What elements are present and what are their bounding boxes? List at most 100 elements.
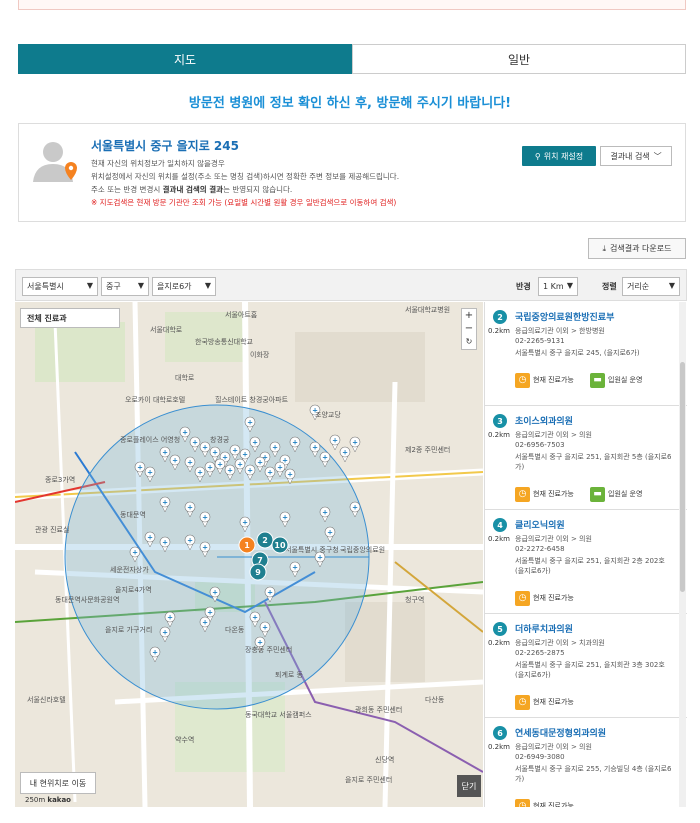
result-item[interactable]: 4 0.2km 클리오닉의원 응급의료기관 이외 > 의원 02-2272-64…: [485, 510, 687, 614]
svg-text:+: +: [332, 437, 338, 445]
my-location-button[interactable]: 내 현위치로 이동: [20, 772, 96, 794]
result-distance: 0.2km: [488, 639, 511, 647]
chevron-down-icon: ▼: [566, 281, 573, 290]
map-view[interactable]: + + + + + + + + + + + + + + + + + + + + + + + + + + + + + + + + + + + + + + + +…: [15, 302, 483, 807]
svg-text:+: +: [227, 467, 233, 475]
map-place-label: 퇴계로 동: [275, 670, 304, 679]
zoom-in-button[interactable]: +: [462, 309, 476, 322]
result-address: 서울특별시 중구 을지로 251, 을지회관 3층 302호 (을지로6가): [515, 661, 665, 679]
svg-text:+: +: [167, 614, 173, 622]
svg-text:+: +: [162, 449, 168, 457]
result-address: 서울특별시 중구 을지로 251, 을지회관 5층 (을지로6가): [515, 453, 672, 471]
result-number: 5: [493, 622, 507, 636]
search-within-results-button[interactable]: 결과내 검색 ﹀: [600, 146, 672, 166]
scale-text: 250m: [25, 796, 46, 804]
cluster-marker[interactable]: 1: [238, 536, 256, 554]
map-place-label: 종로3가역: [45, 475, 75, 484]
result-name-link[interactable]: 초이스외과의원: [515, 414, 573, 427]
cluster-marker[interactable]: 10: [271, 536, 289, 554]
results-scrollbar[interactable]: [679, 302, 686, 807]
svg-text:+: +: [237, 461, 243, 469]
cluster-label: 10: [274, 541, 286, 550]
download-icon: ⤓: [602, 243, 607, 253]
result-item[interactable]: 3 0.2km 초이스외과의원 응급의료기관 이외 > 의원 02-6956-7…: [485, 406, 687, 510]
clock-icon: ◷: [515, 694, 530, 710]
result-phone: 02-6956-7503: [515, 441, 565, 449]
svg-text:+: +: [257, 459, 263, 467]
result-name-link[interactable]: 클리오닉의원: [515, 518, 565, 531]
result-item[interactable]: 6 0.2km 연세동대문정형외과의원 응급의료기관 이외 > 의원 02-69…: [485, 718, 687, 807]
svg-text:+: +: [202, 514, 208, 522]
result-name-link[interactable]: 연세동대문정형외과의원: [515, 726, 606, 739]
result-name-link[interactable]: 국립중앙의료원한방진료부: [515, 310, 614, 323]
svg-text:+: +: [247, 419, 253, 427]
map-place-label: 다산동: [425, 695, 445, 704]
radius-value: 1 Km: [543, 282, 564, 291]
map-place-label: 제2종 주민센터: [405, 445, 450, 454]
result-address: 서울특별시 중구 을지로 245, (을지로6가): [515, 349, 640, 357]
download-label: 검색결과 다운로드: [610, 244, 672, 253]
desc-line-3-post: 는 반영되지 않습니다.: [223, 185, 293, 194]
svg-text:+: +: [162, 539, 168, 547]
svg-text:+: +: [317, 554, 323, 562]
svg-text:+: +: [277, 464, 283, 472]
result-item[interactable]: 5 0.2km 더하루치과의원 응급의료기관 이외 > 치과의원 02-2265…: [485, 614, 687, 718]
cluster-marker[interactable]: 9: [249, 563, 267, 581]
map-place-label: 동국대학교 서울캠퍼스: [245, 710, 312, 719]
desc-line-3-pre: 주소 또는 반경 변경시: [91, 185, 163, 194]
all-departments-button[interactable]: 전체 진료과: [20, 308, 120, 328]
map-place-label: 을지로4가역: [115, 585, 152, 594]
svg-text:+: +: [247, 467, 253, 475]
svg-text:+: +: [187, 504, 193, 512]
map-place-label: 관광 진료실: [35, 525, 69, 534]
inpatient-label: 입원실 운영: [608, 490, 643, 498]
tab-general[interactable]: 일반: [352, 44, 686, 74]
tab-map[interactable]: 지도: [18, 44, 352, 74]
open-now-label: 현재 진료가능: [533, 594, 574, 602]
close-map-button[interactable]: 닫기: [457, 775, 481, 797]
reset-view-icon[interactable]: ↻: [462, 335, 476, 348]
download-results-button[interactable]: ⤓ 검색결과 다운로드: [588, 238, 686, 259]
svg-text:+: +: [252, 439, 258, 447]
svg-text:+: +: [187, 459, 193, 467]
svg-text:+: +: [197, 469, 203, 477]
results-list: 2 0.2km 국립중앙의료원한방진료부 응급의료기관 이외 > 한방병원 02…: [484, 302, 687, 807]
result-distance: 0.2km: [488, 327, 511, 335]
cluster-label: 9: [255, 568, 261, 577]
map-place-label: 서울대학교병원: [405, 305, 450, 314]
city-select[interactable]: 서울특별시 ▼: [22, 277, 98, 296]
clock-icon: ◷: [515, 590, 530, 606]
result-number: 6: [493, 726, 507, 740]
result-item[interactable]: 2 0.2km 국립중앙의료원한방진료부 응급의료기관 이외 > 한방병원 02…: [485, 302, 687, 406]
map-place-label: 광희동 주민센터: [355, 705, 402, 714]
sort-value: 거리순: [627, 282, 650, 291]
view-tabs: 지도 일반: [18, 44, 686, 74]
svg-text:+: +: [147, 534, 153, 542]
result-phone: 02-2265-9131: [515, 337, 565, 345]
scrollbar-thumb[interactable]: [680, 362, 685, 592]
dong-select[interactable]: 을지로6가 ▼: [152, 277, 216, 296]
inpatient-badge: ▬ 입원실 운영: [590, 372, 642, 388]
zoom-out-button[interactable]: −: [462, 322, 476, 335]
district-select[interactable]: 중구 ▼: [101, 277, 149, 296]
chevron-down-icon: ▼: [204, 281, 211, 290]
map-place-label: 조양교당: [315, 410, 341, 419]
chevron-down-icon: ▼: [668, 281, 675, 290]
result-name-link[interactable]: 더하루치과의원: [515, 622, 573, 635]
svg-text:+: +: [182, 429, 188, 437]
svg-text:+: +: [212, 589, 218, 597]
radius-select[interactable]: 1 Km ▼: [538, 277, 578, 296]
open-now-badge: ◷ 현재 진료가능: [515, 486, 574, 502]
reset-location-label: 위치 재설정: [543, 151, 584, 161]
map-place-label: 장충동 주민센터: [245, 645, 292, 654]
reset-location-button[interactable]: ⚲ 위치 재설정: [522, 146, 596, 166]
map-canvas[interactable]: + + + + + + + + + + + + + + + + + + + + + + + + + + + + + + + + + + + + + + + +…: [15, 302, 483, 807]
sort-select[interactable]: 거리순 ▼: [622, 277, 680, 296]
result-type: 응급의료기관 이외 > 치과의원: [515, 639, 605, 647]
svg-text:+: +: [252, 614, 258, 622]
cluster-marker[interactable]: 2: [256, 531, 274, 549]
open-now-badge: ◷ 현재 진료가능: [515, 590, 574, 606]
svg-text:+: +: [202, 544, 208, 552]
map-place-label: 서울신라호텔: [27, 695, 66, 704]
map-place-label: 국립중앙의료원: [340, 545, 385, 554]
